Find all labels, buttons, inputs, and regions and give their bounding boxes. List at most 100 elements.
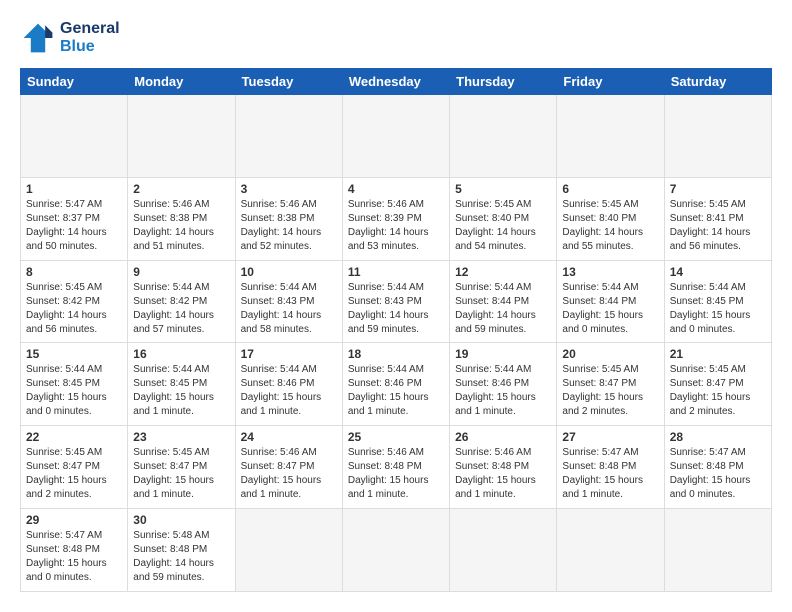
day-number: 3 (241, 182, 337, 196)
daylight-label: Daylight: 14 hours and 59 minutes. (133, 558, 214, 583)
calendar-week-row: 29 Sunrise: 5:47 AM Sunset: 8:48 PM Dayl… (21, 509, 772, 592)
sunset-label: Sunset: 8:47 PM (562, 378, 636, 389)
sunrise-label: Sunrise: 5:46 AM (348, 447, 424, 458)
table-row: 30 Sunrise: 5:48 AM Sunset: 8:48 PM Dayl… (128, 509, 235, 592)
col-thursday: Thursday (450, 69, 557, 95)
sunset-label: Sunset: 8:46 PM (455, 378, 529, 389)
daylight-label: Daylight: 15 hours and 0 minutes. (26, 558, 107, 583)
table-row: 27 Sunrise: 5:47 AM Sunset: 8:48 PM Dayl… (557, 426, 664, 509)
calendar-header-row: Sunday Monday Tuesday Wednesday Thursday… (21, 69, 772, 95)
sunrise-label: Sunrise: 5:45 AM (26, 447, 102, 458)
sunrise-label: Sunrise: 5:45 AM (562, 364, 638, 375)
daylight-label: Daylight: 14 hours and 52 minutes. (241, 227, 322, 252)
daylight-label: Daylight: 15 hours and 0 minutes. (26, 392, 107, 417)
day-info: Sunrise: 5:47 AM Sunset: 8:37 PM Dayligh… (26, 198, 122, 254)
sunset-label: Sunset: 8:48 PM (455, 461, 529, 472)
sunset-label: Sunset: 8:44 PM (562, 296, 636, 307)
day-number: 23 (133, 430, 229, 444)
daylight-label: Daylight: 14 hours and 55 minutes. (562, 227, 643, 252)
sunrise-label: Sunrise: 5:44 AM (26, 364, 102, 375)
sunset-label: Sunset: 8:42 PM (133, 296, 207, 307)
day-number: 12 (455, 265, 551, 279)
daylight-label: Daylight: 15 hours and 1 minute. (455, 475, 536, 500)
col-sunday: Sunday (21, 69, 128, 95)
calendar-week-row: 8 Sunrise: 5:45 AM Sunset: 8:42 PM Dayli… (21, 260, 772, 343)
sunset-label: Sunset: 8:45 PM (26, 378, 100, 389)
day-info: Sunrise: 5:44 AM Sunset: 8:44 PM Dayligh… (455, 281, 551, 337)
daylight-label: Daylight: 15 hours and 1 minute. (348, 392, 429, 417)
calendar-week-row: 22 Sunrise: 5:45 AM Sunset: 8:47 PM Dayl… (21, 426, 772, 509)
daylight-label: Daylight: 14 hours and 53 minutes. (348, 227, 429, 252)
day-number: 8 (26, 265, 122, 279)
table-row: 10 Sunrise: 5:44 AM Sunset: 8:43 PM Dayl… (235, 260, 342, 343)
table-row: 12 Sunrise: 5:44 AM Sunset: 8:44 PM Dayl… (450, 260, 557, 343)
sunset-label: Sunset: 8:48 PM (26, 544, 100, 555)
daylight-label: Daylight: 15 hours and 0 minutes. (670, 475, 751, 500)
calendar-table: Sunday Monday Tuesday Wednesday Thursday… (20, 68, 772, 592)
day-info: Sunrise: 5:44 AM Sunset: 8:46 PM Dayligh… (241, 363, 337, 419)
table-row: 23 Sunrise: 5:45 AM Sunset: 8:47 PM Dayl… (128, 426, 235, 509)
table-row (664, 95, 771, 178)
day-info: Sunrise: 5:44 AM Sunset: 8:45 PM Dayligh… (670, 281, 766, 337)
logo-icon (20, 20, 56, 56)
day-number: 22 (26, 430, 122, 444)
sunset-label: Sunset: 8:48 PM (348, 461, 422, 472)
day-number: 7 (670, 182, 766, 196)
sunrise-label: Sunrise: 5:44 AM (348, 282, 424, 293)
table-row: 13 Sunrise: 5:44 AM Sunset: 8:44 PM Dayl… (557, 260, 664, 343)
day-info: Sunrise: 5:45 AM Sunset: 8:41 PM Dayligh… (670, 198, 766, 254)
col-friday: Friday (557, 69, 664, 95)
table-row: 19 Sunrise: 5:44 AM Sunset: 8:46 PM Dayl… (450, 343, 557, 426)
sunrise-label: Sunrise: 5:45 AM (133, 447, 209, 458)
daylight-label: Daylight: 15 hours and 1 minute. (241, 475, 322, 500)
sunset-label: Sunset: 8:38 PM (133, 213, 207, 224)
daylight-label: Daylight: 15 hours and 1 minute. (455, 392, 536, 417)
table-row: 26 Sunrise: 5:46 AM Sunset: 8:48 PM Dayl… (450, 426, 557, 509)
daylight-label: Daylight: 14 hours and 56 minutes. (670, 227, 751, 252)
day-number: 16 (133, 347, 229, 361)
sunset-label: Sunset: 8:39 PM (348, 213, 422, 224)
logo: General Blue (20, 20, 120, 56)
daylight-label: Daylight: 15 hours and 2 minutes. (562, 392, 643, 417)
day-number: 29 (26, 513, 122, 527)
day-number: 9 (133, 265, 229, 279)
sunset-label: Sunset: 8:43 PM (348, 296, 422, 307)
table-row (557, 95, 664, 178)
table-row (235, 509, 342, 592)
table-row: 16 Sunrise: 5:44 AM Sunset: 8:45 PM Dayl… (128, 343, 235, 426)
table-row: 2 Sunrise: 5:46 AM Sunset: 8:38 PM Dayli… (128, 177, 235, 260)
day-number: 24 (241, 430, 337, 444)
page: General Blue Sunday Monday Tuesday Wedne… (0, 0, 792, 612)
day-info: Sunrise: 5:45 AM Sunset: 8:47 PM Dayligh… (133, 446, 229, 502)
table-row: 21 Sunrise: 5:45 AM Sunset: 8:47 PM Dayl… (664, 343, 771, 426)
sunrise-label: Sunrise: 5:46 AM (241, 199, 317, 210)
sunrise-label: Sunrise: 5:44 AM (455, 364, 531, 375)
day-number: 18 (348, 347, 444, 361)
day-number: 5 (455, 182, 551, 196)
day-info: Sunrise: 5:47 AM Sunset: 8:48 PM Dayligh… (670, 446, 766, 502)
day-number: 4 (348, 182, 444, 196)
sunset-label: Sunset: 8:43 PM (241, 296, 315, 307)
sunrise-label: Sunrise: 5:47 AM (562, 447, 638, 458)
sunrise-label: Sunrise: 5:45 AM (562, 199, 638, 210)
sunrise-label: Sunrise: 5:47 AM (670, 447, 746, 458)
sunset-label: Sunset: 8:38 PM (241, 213, 315, 224)
table-row: 3 Sunrise: 5:46 AM Sunset: 8:38 PM Dayli… (235, 177, 342, 260)
day-info: Sunrise: 5:46 AM Sunset: 8:48 PM Dayligh… (455, 446, 551, 502)
sunrise-label: Sunrise: 5:44 AM (133, 364, 209, 375)
day-number: 1 (26, 182, 122, 196)
daylight-label: Daylight: 15 hours and 1 minute. (133, 392, 214, 417)
daylight-label: Daylight: 14 hours and 58 minutes. (241, 310, 322, 335)
day-info: Sunrise: 5:44 AM Sunset: 8:46 PM Dayligh… (348, 363, 444, 419)
daylight-label: Daylight: 15 hours and 2 minutes. (670, 392, 751, 417)
daylight-label: Daylight: 14 hours and 51 minutes. (133, 227, 214, 252)
day-number: 26 (455, 430, 551, 444)
day-number: 2 (133, 182, 229, 196)
daylight-label: Daylight: 15 hours and 2 minutes. (26, 475, 107, 500)
day-number: 10 (241, 265, 337, 279)
sunset-label: Sunset: 8:47 PM (133, 461, 207, 472)
day-info: Sunrise: 5:44 AM Sunset: 8:43 PM Dayligh… (241, 281, 337, 337)
table-row: 5 Sunrise: 5:45 AM Sunset: 8:40 PM Dayli… (450, 177, 557, 260)
table-row: 28 Sunrise: 5:47 AM Sunset: 8:48 PM Dayl… (664, 426, 771, 509)
daylight-label: Daylight: 14 hours and 59 minutes. (348, 310, 429, 335)
